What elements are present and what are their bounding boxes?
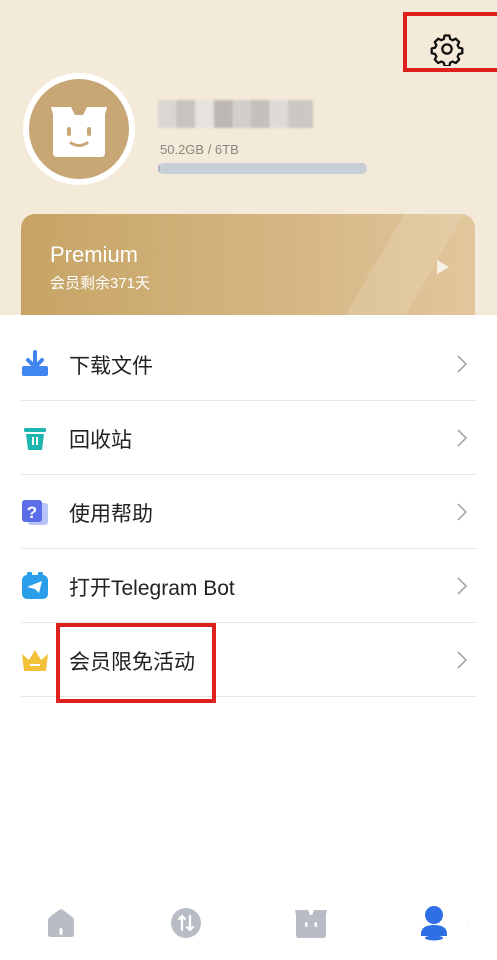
nav-profile[interactable]: [414, 903, 454, 943]
chevron-right-icon: [457, 577, 468, 595]
premium-remaining-days: 会员剩余371天: [50, 275, 151, 292]
chevron-right-icon: [457, 651, 468, 669]
storage-progress-bar: [158, 163, 367, 174]
nav-home[interactable]: [41, 903, 81, 943]
transfer-icon: [171, 908, 201, 938]
bottom-nav: [0, 885, 497, 960]
play-arrow-icon: [437, 260, 449, 274]
telegram-icon: [22, 572, 48, 599]
menu-item-label: 回收站: [69, 429, 132, 452]
premium-title: Premium: [50, 242, 139, 267]
menu-item-label: 会员限免活动: [69, 651, 195, 674]
chevron-right-icon: [457, 429, 468, 447]
box-icon: [295, 910, 327, 938]
menu-item-label: 使用帮助: [69, 503, 153, 526]
menu-item-downloads[interactable]: 下载文件: [0, 327, 497, 401]
menu-item-label: 打开Telegram Bot: [69, 577, 235, 600]
box-face-icon: [51, 107, 107, 157]
menu-item-recycle-bin[interactable]: 回收站: [0, 401, 497, 475]
settings-button[interactable]: [428, 30, 466, 68]
menu-item-label: 下载文件: [69, 355, 153, 378]
trash-icon: [24, 428, 46, 450]
menu-list: 下载文件 回收站 ? 使用帮助 打开Telegram Bot 会员限免活动: [0, 315, 497, 875]
download-icon: [22, 350, 48, 376]
chevron-right-icon: [457, 355, 468, 373]
home-icon: [48, 909, 74, 937]
menu-item-telegram-bot[interactable]: 打开Telegram Bot: [0, 549, 497, 623]
svg-text:?: ?: [27, 503, 37, 522]
nav-transfer[interactable]: [166, 903, 206, 943]
chevron-right-icon: [457, 503, 468, 521]
profile-icon: [421, 906, 447, 941]
gear-icon: [430, 34, 464, 66]
username-redacted: [158, 100, 313, 128]
menu-item-help[interactable]: ? 使用帮助: [0, 475, 497, 549]
storage-usage-text: 50.2GB / 6TB: [160, 142, 239, 157]
corner-mark: ·: [466, 922, 469, 931]
menu-item-member-promo[interactable]: 会员限免活动: [0, 623, 497, 697]
avatar[interactable]: [23, 73, 135, 185]
help-icon: ?: [22, 500, 48, 525]
nav-files[interactable]: [291, 903, 331, 943]
crown-icon: [22, 650, 48, 671]
